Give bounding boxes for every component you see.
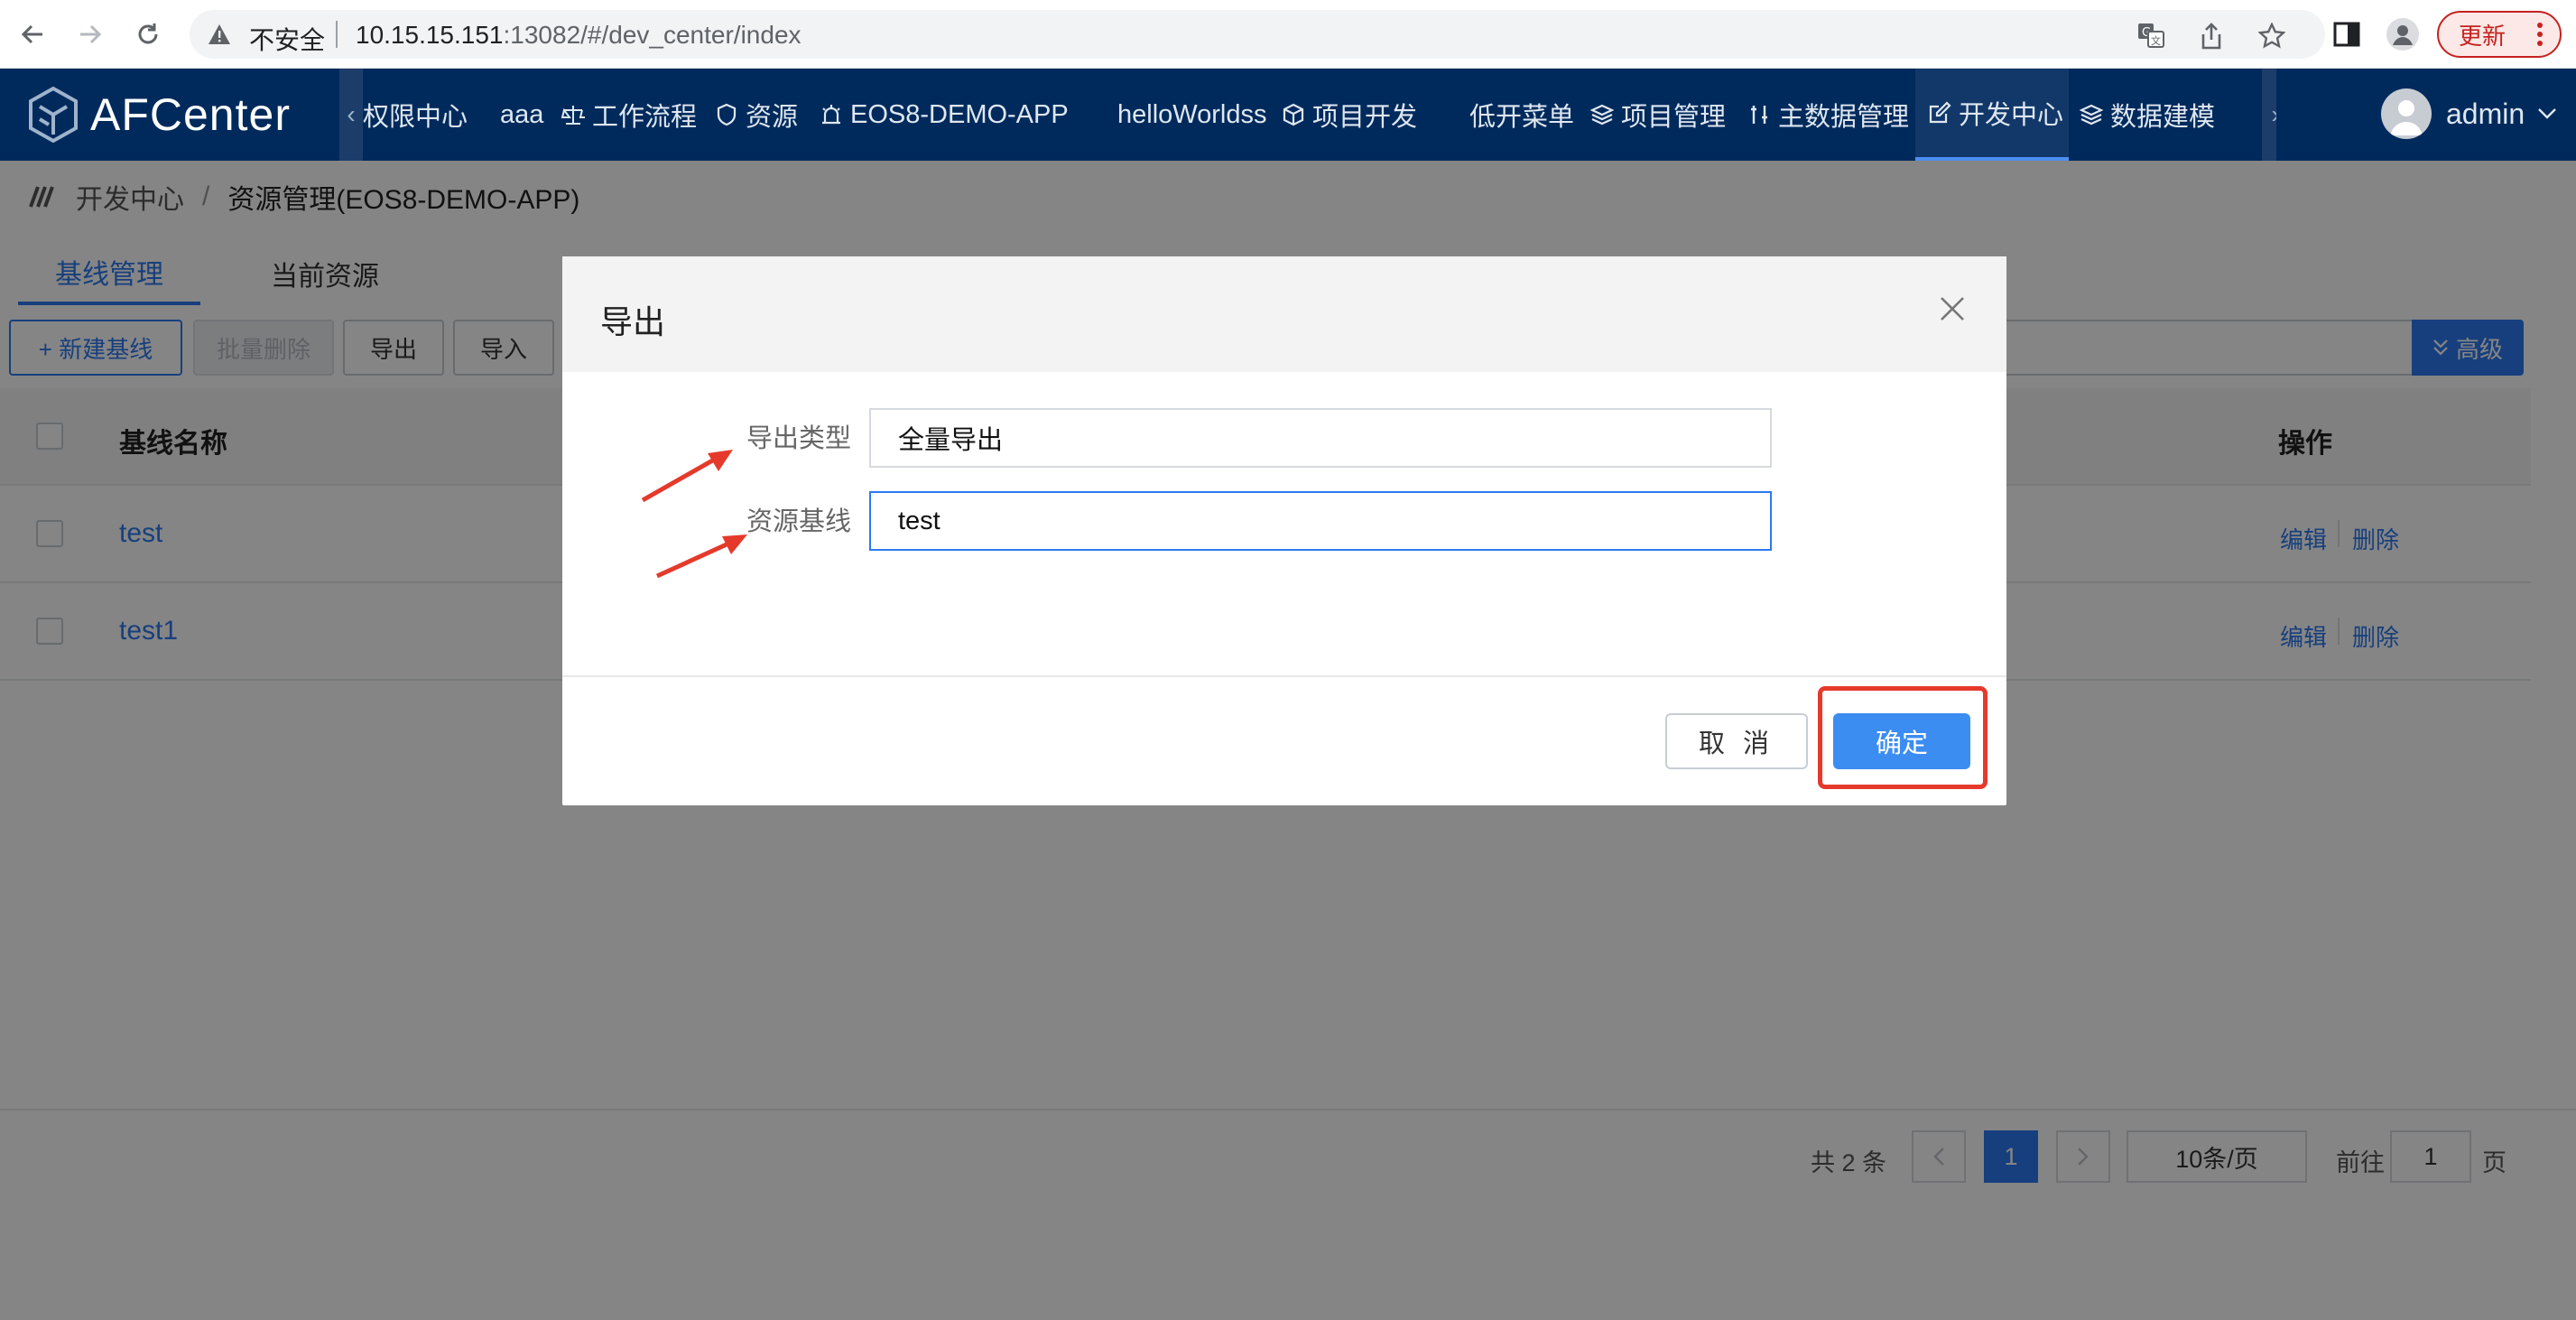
chevron-left-icon: ‹ <box>347 100 356 128</box>
reload-icon[interactable] <box>130 16 166 52</box>
svg-text:文: 文 <box>2151 34 2161 47</box>
app-header: AFCenter 权限中心 aaa 工作流程 资源 EOS8-DEMO-APP … <box>0 69 2576 161</box>
menu-item-master-data[interactable]: 主数据管理 <box>1747 69 1909 161</box>
menu-label: 权限中心 <box>363 103 468 132</box>
address-bar[interactable]: 不安全 10.15.15.151:13082/#/dev_center/inde… <box>190 10 2325 59</box>
resource-baseline-field[interactable]: test <box>869 491 1772 551</box>
menu-label: 主数据管理 <box>1778 103 1910 132</box>
scale-icon <box>561 103 585 126</box>
browser-toolbar: 不安全 10.15.15.151:13082/#/dev_center/inde… <box>0 0 2576 69</box>
avatar <box>2381 88 2432 139</box>
menu-label: 数据建模 <box>2110 103 2216 132</box>
menu-item-workflow[interactable]: 工作流程 <box>561 69 697 161</box>
menu-item-eos8-demo-app[interactable]: EOS8-DEMO-APP <box>820 69 1069 161</box>
logo-text: AFCenter <box>90 89 291 140</box>
url-text[interactable]: 10.15.15.151:13082/#/dev_center/index <box>356 21 802 50</box>
annotation-arrows <box>641 450 747 579</box>
cancel-button[interactable]: 取 消 <box>1665 713 1808 769</box>
bookmark-star-icon[interactable] <box>2258 23 2285 50</box>
export-type-value: 全量导出 <box>898 426 1004 455</box>
menu-label: 工作流程 <box>592 103 698 132</box>
translate-icon[interactable]: G文 <box>2137 23 2164 48</box>
export-dialog: 导出 导出类型 全量导出 资源基线 test 取 消 确定 <box>562 256 2006 805</box>
edit-icon <box>1928 101 1951 125</box>
more-vert-icon[interactable] <box>2536 22 2544 47</box>
menu-label: 低开菜单 <box>1469 103 1575 132</box>
dialog-footer-divider <box>562 675 2006 677</box>
username: admin <box>2446 97 2525 130</box>
forward-icon[interactable] <box>72 16 108 52</box>
chevron-down-icon <box>2537 107 2557 120</box>
menu-scroll-left-button[interactable]: ‹ <box>339 69 363 161</box>
menu-item-project-management[interactable]: 项目管理 <box>1590 69 1726 161</box>
menu-item-lowcode-menu[interactable]: 低开菜单 <box>1469 69 1574 161</box>
menu-label: 项目管理 <box>1621 103 1727 132</box>
export-type-label: 导出类型 <box>746 424 852 453</box>
menu-label: aaa <box>500 99 544 129</box>
menu-item-dev-center[interactable]: 开发中心 <box>1915 69 2069 161</box>
menu-item-helloworldss[interactable]: helloWorldss <box>1117 69 1266 161</box>
menu-item-project-dev[interactable]: 项目开发 <box>1282 69 1417 161</box>
profile-icon[interactable] <box>2385 16 2421 52</box>
back-icon[interactable] <box>14 16 51 52</box>
side-panel-icon[interactable] <box>2329 16 2365 52</box>
url-host: 10.15.15.151 <box>356 21 504 49</box>
logo[interactable]: AFCenter <box>29 87 291 143</box>
close-icon[interactable] <box>1934 291 1970 327</box>
warning-icon[interactable] <box>208 23 231 45</box>
menu-item-aaa[interactable]: aaa <box>500 69 543 161</box>
layers-icon <box>1590 103 1614 126</box>
cube-icon <box>1282 103 1305 126</box>
resource-baseline-value: test <box>898 506 941 535</box>
insecure-label: 不安全 <box>249 26 326 54</box>
dialog-header: 导出 <box>562 256 2006 372</box>
menu-item-resource[interactable]: 资源 <box>715 69 798 161</box>
user-menu[interactable]: admin <box>2381 88 2557 139</box>
menu-item-permission[interactable]: 权限中心 <box>363 69 468 161</box>
menu-item-data-modeling[interactable]: 数据建模 <box>2080 69 2215 161</box>
omnibox-divider <box>336 21 338 48</box>
menu-label: helloWorldss <box>1117 99 1267 129</box>
tools-icon <box>1747 103 1771 126</box>
menu-label: 资源 <box>746 103 799 132</box>
chevron-right-icon: › <box>2271 100 2276 129</box>
url-path: :13082/#/dev_center/index <box>503 21 802 49</box>
menu-label: 开发中心 <box>1959 101 2064 130</box>
menu-label: 项目开发 <box>1312 103 1418 132</box>
shield-icon <box>715 103 738 126</box>
update-label: 更新 <box>2459 22 2507 50</box>
alarm-icon <box>820 103 843 126</box>
share-icon[interactable] <box>2199 23 2224 50</box>
top-menu: 权限中心 aaa 工作流程 资源 EOS8-DEMO-APP helloWorl… <box>339 69 2276 161</box>
export-type-field[interactable]: 全量导出 <box>869 408 1772 468</box>
layers-icon <box>2080 103 2103 126</box>
annotation-highlight-box <box>1818 686 1988 789</box>
dialog-title: 导出 <box>600 303 666 340</box>
menu-scroll-right-button[interactable]: › <box>2262 69 2276 161</box>
update-button[interactable]: 更新 <box>2437 11 2562 58</box>
menu-label: EOS8-DEMO-APP <box>850 99 1069 129</box>
resource-baseline-label: 资源基线 <box>746 507 852 536</box>
afcenter-logo-icon <box>29 87 78 143</box>
